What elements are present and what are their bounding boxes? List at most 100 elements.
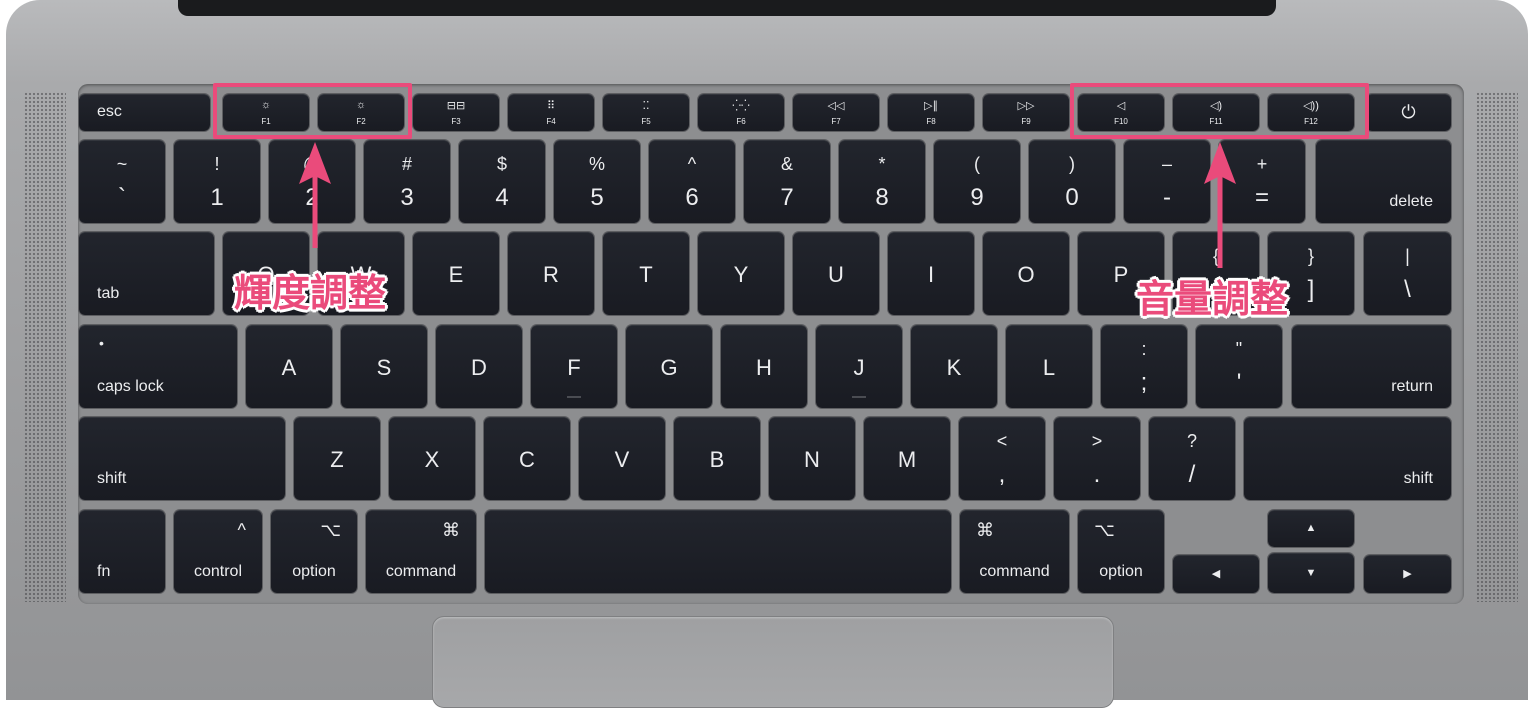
key-f4-launchpad[interactable]: ⠿ F4 [508, 94, 594, 131]
key-b[interactable]: B [674, 417, 760, 500]
key-s[interactable]: S [341, 325, 427, 408]
key-quote[interactable]: " ' [1196, 325, 1282, 408]
key-y[interactable]: Y [698, 232, 784, 315]
key-label: return [1391, 378, 1433, 395]
rewind-icon: ◁◁ [827, 100, 845, 112]
key-n[interactable]: N [769, 417, 855, 500]
key-tab[interactable]: tab [79, 232, 214, 315]
key-f8-play-pause[interactable]: ▷∥ F8 [888, 94, 974, 131]
key-label: 0 [1065, 184, 1079, 211]
key-f7-rewind[interactable]: ◁◁ F7 [793, 94, 879, 131]
key-label: U [828, 262, 844, 287]
key-z[interactable]: Z [294, 417, 380, 500]
power-icon: ⏻ [1401, 102, 1416, 122]
key-l[interactable]: L [1006, 325, 1092, 408]
key-e[interactable]: E [413, 232, 499, 315]
key-delete[interactable]: delete [1316, 140, 1451, 223]
key-backtick[interactable]: ~ ` [79, 140, 165, 223]
launchpad-icon: ⠿ [546, 100, 556, 112]
arrow-left-icon: ◀ [1211, 568, 1221, 580]
key-label: 7 [780, 184, 794, 211]
key-period[interactable]: > . [1054, 417, 1140, 500]
key-label: C [519, 447, 535, 472]
key-3[interactable]: # 3 [364, 140, 450, 223]
key-backslash[interactable]: | \ [1364, 232, 1451, 315]
key-arrow-up[interactable]: ▲ [1268, 510, 1354, 547]
key-label: tab [97, 285, 120, 302]
key-t[interactable]: T [603, 232, 689, 315]
key-c[interactable]: C [484, 417, 570, 500]
key-f[interactable]: F [531, 325, 617, 408]
key-g[interactable]: G [626, 325, 712, 408]
key-fn[interactable]: fn [79, 510, 165, 593]
key-label: ' [1236, 369, 1242, 396]
key-shift-label: % [588, 154, 605, 174]
key-control[interactable]: ^ control [174, 510, 262, 593]
key-f5-backlight-down[interactable]: ⁚⁚ F5 [603, 94, 689, 131]
brightness-arrow-icon [299, 142, 331, 248]
key-4[interactable]: $ 4 [459, 140, 545, 223]
brightness-annotation-label: 輝度調整 [234, 273, 387, 315]
key-label: F8 [926, 117, 936, 126]
speaker-grille-left [24, 92, 66, 602]
key-label: 4 [495, 184, 509, 211]
key-shift-label: " [1235, 339, 1243, 359]
key-i[interactable]: I [888, 232, 974, 315]
key-r[interactable]: R [508, 232, 594, 315]
key-j[interactable]: J [816, 325, 902, 408]
key-slash[interactable]: ? / [1149, 417, 1235, 500]
key-return[interactable]: return [1292, 325, 1451, 408]
key-space[interactable] [485, 510, 951, 593]
key-h[interactable]: H [721, 325, 807, 408]
trackpad[interactable] [432, 616, 1114, 708]
key-esc[interactable]: esc [79, 94, 210, 131]
key-label: 3 [400, 184, 414, 211]
key-k[interactable]: K [911, 325, 997, 408]
key-arrow-left[interactable]: ◀ [1173, 555, 1259, 593]
arrow-up-icon: ▲ [1305, 522, 1317, 534]
key-f6-backlight-up[interactable]: ⁛⁛ F6 [698, 94, 784, 131]
brightness-keys-highlight [213, 83, 412, 139]
key-d[interactable]: D [436, 325, 522, 408]
key-7[interactable]: & 7 [744, 140, 830, 223]
key-caps-lock[interactable]: • caps lock [79, 325, 237, 408]
key-option-right[interactable]: ⌥ option [1078, 510, 1164, 593]
key-shift-label: | [1405, 246, 1410, 266]
keyboard-backlight-down-icon: ⁚⁚ [642, 100, 650, 112]
key-command-left[interactable]: ⌘ command [366, 510, 476, 593]
key-0[interactable]: ) 0 [1029, 140, 1115, 223]
key-f3-mission-control[interactable]: ⊟⊟ F3 [413, 94, 499, 131]
key-power[interactable]: ⏻ [1366, 94, 1451, 131]
key-x[interactable]: X [389, 417, 475, 500]
key-m[interactable]: M [864, 417, 950, 500]
key-label: esc [97, 103, 122, 120]
key-command-right[interactable]: ⌘ command [960, 510, 1069, 593]
key-option-left[interactable]: ⌥ option [271, 510, 357, 593]
key-o[interactable]: O [983, 232, 1069, 315]
key-semicolon[interactable]: : ; [1101, 325, 1187, 408]
arrow-down-icon: ▼ [1305, 567, 1317, 579]
key-arrow-right[interactable]: ▶ [1364, 555, 1451, 593]
key-label: K [946, 355, 962, 380]
key-u[interactable]: U [793, 232, 879, 315]
key-shift-label: < [996, 431, 1008, 451]
home-key-bump [567, 396, 581, 398]
key-v[interactable]: V [579, 417, 665, 500]
key-label: S [376, 355, 392, 380]
key-shift-label: ! [214, 154, 220, 174]
key-comma[interactable]: < , [959, 417, 1045, 500]
volume-annotation-label: 音量調整 [1136, 279, 1289, 321]
key-a[interactable]: A [246, 325, 332, 408]
key-1[interactable]: ! 1 [174, 140, 260, 223]
key-shift-left[interactable]: shift [79, 417, 285, 500]
key-f9-fast-forward[interactable]: ▷▷ F9 [983, 94, 1069, 131]
key-9[interactable]: ( 9 [934, 140, 1020, 223]
key-8[interactable]: * 8 [839, 140, 925, 223]
key-6[interactable]: ^ 6 [649, 140, 735, 223]
key-shift-right[interactable]: shift [1244, 417, 1451, 500]
key-label: / [1188, 461, 1196, 488]
key-arrow-down[interactable]: ▼ [1268, 553, 1354, 593]
key-shift-label: ^ [687, 154, 697, 174]
key-5[interactable]: % 5 [554, 140, 640, 223]
key-shift-label: ( [974, 154, 980, 174]
